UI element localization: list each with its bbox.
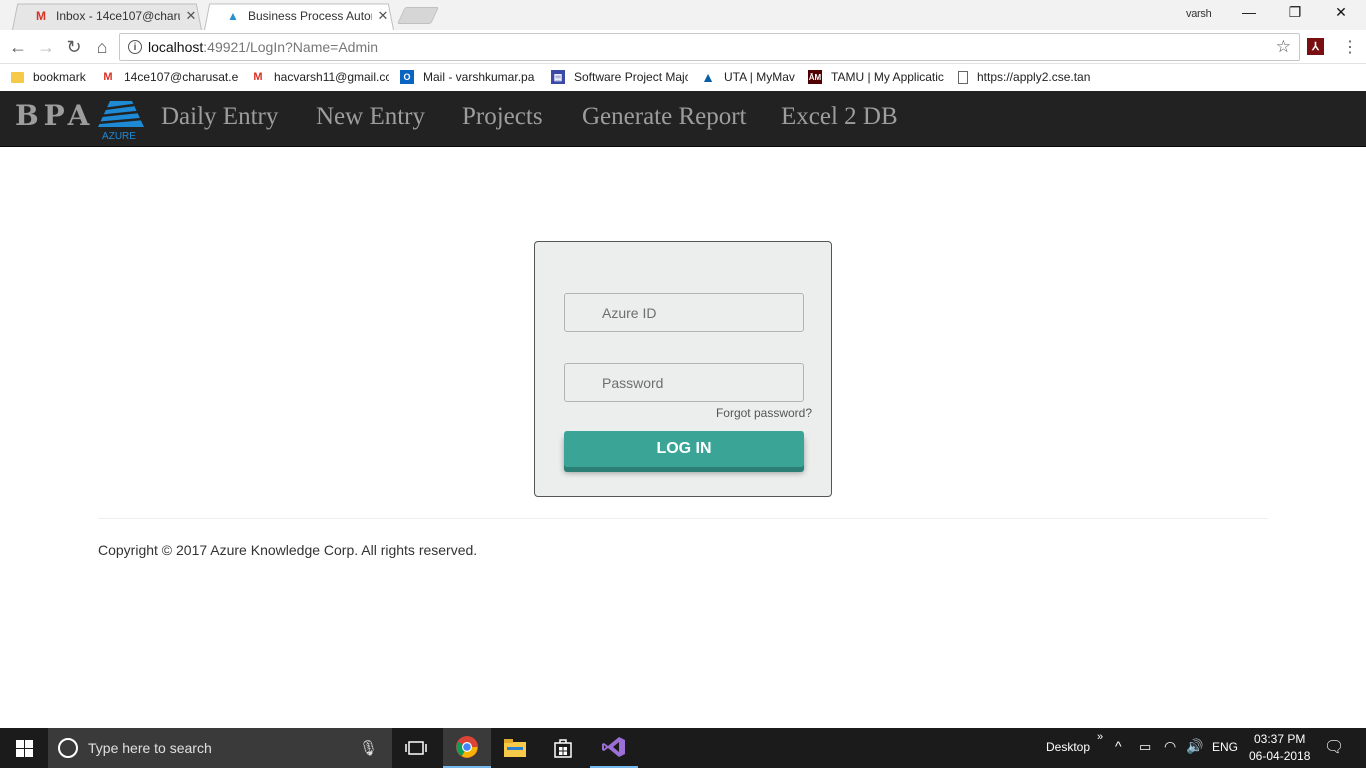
taskbar-search[interactable]: Type here to search 🎙 [48,728,392,768]
bookmark-item[interactable]: ▤ Software Project Majc [551,68,688,86]
bookmark-label: Mail - varshkumar.pa [423,70,535,84]
azure-logo: AZURE [96,101,144,141]
forward-icon[interactable]: → [35,36,57,58]
nav-projects[interactable]: Projects [462,103,543,131]
chrome-taskbar-button[interactable] [443,728,491,768]
tab-business-process[interactable]: ▲ Business Process Automa ✕ [204,2,394,30]
close-window-icon[interactable]: ✕ [1318,4,1364,24]
tamu-icon: ĀM [808,70,822,84]
browser-toolbar: ← → ↻ ⌂ i localhost:49921/LogIn?Name=Adm… [0,30,1366,64]
app-icon: ▤ [551,70,565,84]
outlook-icon: O [400,70,414,84]
tab-title: Business Process Automa [248,9,372,23]
new-tab-button[interactable] [397,7,439,24]
bookmark-item[interactable]: bookmark [11,68,91,86]
clock-date[interactable]: 06-04-2018 [1249,749,1310,763]
bookmark-item[interactable]: M hacvarsh11@gmail.cc [251,68,389,86]
folder-icon [11,71,24,83]
home-icon[interactable]: ⌂ [91,36,113,58]
page-icon [958,70,968,84]
tab-title: Inbox - 14ce107@charus [56,9,180,23]
menu-icon[interactable]: ⋮ [1342,37,1358,57]
task-view-icon [405,741,427,755]
visual-studio-button[interactable] [590,728,638,768]
minimize-icon[interactable]: — [1226,4,1272,24]
search-placeholder: Type here to search [88,740,212,756]
browser-tabstrip: M Inbox - 14ce107@charus ✕ ▲ Business Pr… [0,0,1366,30]
nav-excel-2-db[interactable]: Excel 2 DB [781,103,898,131]
app-navbar: BPA AZURE Daily Entry New Entry Projects… [0,91,1366,147]
logo-text: AZURE [102,131,136,141]
azure-id-input[interactable] [564,293,804,332]
clock-time[interactable]: 03:37 PM [1254,732,1305,746]
bookmark-label: https://apply2.cse.tan [977,70,1091,84]
language-indicator[interactable]: ENG [1212,740,1238,754]
bookmark-label: bookmark [33,70,86,84]
windows-icon [15,739,33,757]
store-button[interactable] [539,728,587,768]
bookmark-item[interactable]: O Mail - varshkumar.pa [400,68,536,86]
nav-daily-entry[interactable]: Daily Entry [161,103,278,131]
microphone-icon[interactable]: 🎙 [359,739,378,757]
bookmarks-bar: bookmark M 14ce107@charusat.ec M hacvars… [0,64,1366,91]
azure-icon: ▲ [227,9,239,23]
close-icon[interactable]: ✕ [180,8,202,24]
store-icon [554,739,572,758]
show-hidden-icons-icon[interactable]: ^ [1115,738,1122,754]
password-input[interactable] [564,363,804,402]
wifi-icon[interactable]: ◠ [1164,738,1176,755]
windows-taskbar: Type here to search 🎙 Desktop » ^ ▭ ◠ 🔊 … [0,728,1366,768]
forgot-password-link[interactable]: Forgot password? [716,406,812,420]
login-button[interactable]: LOG IN [564,431,804,467]
bookmark-label: hacvarsh11@gmail.cc [274,70,389,84]
start-button[interactable] [0,728,48,768]
bookmark-label: TAMU | My Applicatic [831,70,944,84]
uta-icon: ▲ [701,69,715,85]
brand-title[interactable]: BPA [15,99,94,132]
volume-icon[interactable]: 🔊 [1186,738,1203,755]
action-center-icon[interactable]: 🗨 [1324,737,1344,757]
bookmark-item[interactable]: ▲ UTA | MyMav [701,68,797,86]
bookmark-label: UTA | MyMav [724,70,795,84]
nav-new-entry[interactable]: New Entry [316,103,425,131]
gmail-icon: M [36,9,46,23]
tab-inbox[interactable]: M Inbox - 14ce107@charus ✕ [12,2,202,30]
reload-icon[interactable]: ↻ [63,36,85,58]
bookmark-star-icon[interactable]: ☆ [1276,37,1291,57]
url-path: :49921/LogIn?Name=Admin [203,39,378,55]
bookmark-label: Software Project Majc [574,70,688,84]
task-view-button[interactable] [392,728,440,768]
chrome-icon [456,736,478,758]
desktop-toolbar-label[interactable]: Desktop [1046,740,1090,754]
bookmark-item[interactable]: ĀM TAMU | My Applicatic [808,68,945,86]
gmail-icon: M [253,71,263,83]
file-explorer-button[interactable] [491,728,539,768]
login-panel: Forgot password? LOG IN [534,241,832,497]
gmail-icon: M [103,71,113,83]
cortana-icon [58,738,78,758]
chevron-icon[interactable]: » [1097,731,1103,743]
info-icon[interactable]: i [128,40,142,54]
bookmark-label: 14ce107@charusat.ec [124,70,238,84]
bookmark-item[interactable]: M 14ce107@charusat.ec [101,68,238,86]
folder-icon [504,739,526,757]
footer-divider [98,518,1268,519]
bookmark-item[interactable]: https://apply2.cse.tan [958,68,1095,86]
copyright-text: Copyright © 2017 Azure Knowledge Corp. A… [98,542,478,558]
profile-name[interactable]: varsh [1186,8,1212,20]
restore-icon[interactable]: ❐ [1272,4,1318,24]
back-icon[interactable]: ← [7,36,29,58]
url-host: localhost [148,39,204,55]
address-bar[interactable]: i localhost:49921/LogIn?Name=Admin ☆ [119,33,1300,61]
battery-icon[interactable]: ▭ [1139,739,1151,755]
nav-generate-report[interactable]: Generate Report [582,103,747,131]
pdf-extension-icon[interactable]: ⅄ [1307,38,1324,55]
close-icon[interactable]: ✕ [372,8,394,24]
visual-studio-icon [602,737,625,757]
